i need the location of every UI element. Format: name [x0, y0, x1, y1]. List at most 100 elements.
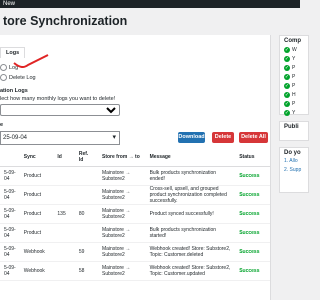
chevron-down-icon: ▾ [112, 134, 116, 141]
table-row[interactable]: 5-09-04 Webhook 59 Mainstore → Substore2… [0, 242, 270, 262]
cell-status: Success [235, 185, 270, 205]
cell-ref-id [74, 185, 98, 205]
delete-all-button[interactable]: Delete All [239, 132, 268, 143]
check-icon: ✓ [284, 101, 290, 107]
sidebar-card-compatibility: Comp ✓ W ✓ Y ✓ P ✓ P ✓ P ✓ H ✓ P ✓ Y [279, 35, 309, 116]
radio-delete-log-label: Delete Log [9, 74, 36, 81]
col-id: Id [53, 148, 75, 167]
status-item: ✓ H [284, 92, 296, 98]
table-row[interactable]: 5-09-04 Product Mainstore → Substore2 Bu… [0, 166, 270, 186]
date-value: 25-09-04 [3, 135, 28, 141]
cell-message: Bulk products synchronization started! [145, 223, 236, 243]
logs-table: Sync Id Ref. Id Store from → to Message … [0, 148, 270, 281]
cell-status: Success [235, 261, 270, 281]
sidebar-card3-title: Do yo [284, 150, 301, 156]
status-item: ✓ P [284, 65, 296, 71]
admin-bar-new[interactable]: New [3, 0, 15, 8]
col-status: Status [235, 148, 270, 167]
month-select[interactable] [0, 104, 120, 116]
table-row[interactable]: 5-09-04 Webhook 58 Mainstore → Substore2… [0, 261, 270, 281]
cell-message: Cross-sell, upsell, and grouped product … [145, 185, 236, 205]
cell-sync: Product [19, 223, 54, 243]
status-item: ✓ P [284, 101, 296, 107]
cell-status: Success [235, 204, 270, 224]
cell-date: 5-09-04 [0, 223, 20, 243]
cell-message: Bulk products synchronization ended! [145, 166, 236, 186]
cell-date: 5-09-04 [0, 204, 20, 224]
status-item: ✓ P [284, 74, 296, 80]
cell-date: 5-09-04 [0, 166, 20, 186]
cell-id [53, 166, 75, 186]
cell-sync: Product [19, 166, 54, 186]
col-ref-id: Ref. Id [74, 148, 98, 167]
col-sync: Sync [19, 148, 54, 167]
cell-message: Webhook created! Store: Substore2, Topic… [145, 261, 236, 281]
cell-id [53, 223, 75, 243]
sidebar: Comp ✓ W ✓ Y ✓ P ✓ P ✓ P ✓ H ✓ P ✓ Y Publi Do yo… [279, 35, 309, 199]
cell-store: Mainstore → Substore2 [97, 261, 146, 281]
table-row[interactable]: 5-09-04 Product Mainstore → Substore2 Cr… [0, 185, 270, 205]
status-item: ✓ W [284, 47, 297, 53]
cell-message: Webhook created! Store: Substore2, Topic… [145, 242, 236, 262]
status-item: ✓ P [284, 83, 296, 89]
cell-sync: Product [19, 204, 54, 224]
cell-sync: Webhook [19, 261, 54, 281]
delete-button[interactable]: Delete [212, 132, 234, 143]
section-help: lect how many monthly logs you want to d… [0, 96, 116, 102]
cell-message: Product synced successfully! [145, 204, 236, 224]
cell-store: Mainstore → Substore2 [97, 242, 146, 262]
table-row[interactable]: 5-09-04 Product 135 80 Mainstore → Subst… [0, 204, 270, 224]
col-date [0, 148, 20, 167]
cell-id [53, 185, 75, 205]
cell-ref-id [74, 166, 98, 186]
status-item: ✓ Y [284, 110, 296, 116]
sidebar-card-publish: Publi [279, 121, 309, 141]
check-icon: ✓ [284, 74, 290, 80]
page-title: tore Synchronization [3, 14, 128, 28]
check-icon: ✓ [284, 47, 290, 53]
cell-ref-id [74, 223, 98, 243]
cell-status: Success [235, 242, 270, 262]
check-icon: ✓ [284, 110, 290, 116]
col-store: Store from → to [97, 148, 146, 167]
cell-sync: Webhook [19, 242, 54, 262]
cell-status: Success [235, 223, 270, 243]
check-icon: ✓ [284, 65, 290, 71]
date-label: e [0, 122, 4, 128]
cell-status: Success [235, 166, 270, 186]
admin-bar: New [0, 0, 300, 8]
cell-ref-id: 58 [74, 261, 98, 281]
radio-delete-log-input[interactable] [0, 74, 7, 81]
cell-id: 135 [53, 204, 75, 224]
sidebar-link[interactable]: 1. Allo [280, 158, 308, 167]
status-item: ✓ Y [284, 56, 296, 62]
sidebar-card2-title: Publi [284, 124, 299, 130]
cell-date: 5-09-04 [0, 242, 20, 262]
radio-keep-log-input[interactable] [0, 64, 7, 71]
cell-sync: Product [19, 185, 54, 205]
cell-store: Mainstore → Substore2 [97, 166, 146, 186]
check-icon: ✓ [284, 83, 290, 89]
sidebar-link[interactable]: 2. Supp [280, 167, 308, 176]
date-input[interactable]: 25-09-04 ▾ [0, 131, 120, 145]
cell-store: Mainstore → Substore2 [97, 223, 146, 243]
cell-ref-id: 59 [74, 242, 98, 262]
check-icon: ✓ [284, 92, 290, 98]
sidebar-card-help: Do yo 1. Allo 2. Supp [279, 147, 309, 193]
annotation-arrow-icon [13, 54, 49, 69]
cell-store: Mainstore → Substore2 [97, 185, 146, 205]
radio-delete-log[interactable]: Delete Log [0, 74, 36, 81]
table-header-row: Sync Id Ref. Id Store from → to Message … [0, 148, 270, 167]
download-button[interactable]: Download [178, 132, 205, 143]
cell-store: Mainstore → Substore2 [97, 204, 146, 224]
cell-ref-id: 80 [74, 204, 98, 224]
table-row[interactable]: 5-09-04 Product Mainstore → Substore2 Bu… [0, 223, 270, 243]
check-icon: ✓ [284, 56, 290, 62]
col-message: Message [145, 148, 236, 167]
cell-date: 5-09-04 [0, 261, 20, 281]
section-label-logs: ation Logs [0, 88, 28, 94]
cell-id [53, 261, 75, 281]
cell-date: 5-09-04 [0, 185, 20, 205]
cell-id [53, 242, 75, 262]
sidebar-card1-title: Comp [284, 38, 301, 44]
